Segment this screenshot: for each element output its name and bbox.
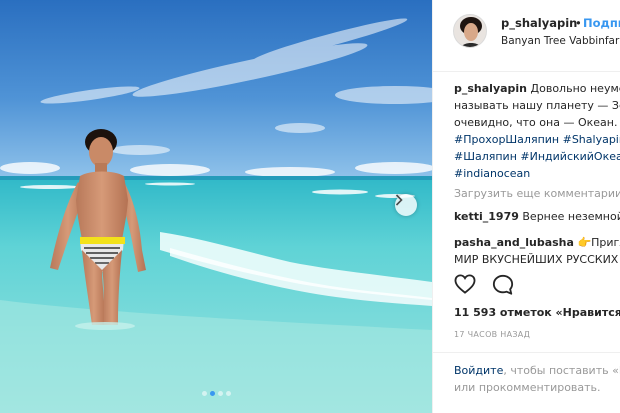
- carousel-dot: [201, 391, 207, 396]
- post-side-panel: p_shalyapin • Подписаться Banyan Tree Va…: [432, 0, 620, 413]
- avatar[interactable]: [453, 14, 487, 48]
- beach-photo-image: [0, 0, 432, 413]
- login-link[interactable]: Войдите: [454, 364, 503, 377]
- post-caption: p_shalyapin Довольно неуместно называть …: [454, 80, 620, 182]
- carousel-indicator: [0, 391, 432, 396]
- like-button[interactable]: [454, 274, 476, 296]
- comment-text-continuation: МИР ВКУСНЕЙШИХ РУССКИХ: [454, 253, 619, 266]
- location-link[interactable]: Banyan Tree Vabbinfaru, Maldives: [501, 35, 620, 47]
- login-prompt-text: Войдите, чтобы поставить «Нрав или проко…: [454, 362, 620, 396]
- load-more-comments-link[interactable]: Загрузить еще комментарии: [454, 187, 620, 200]
- hashtag-line[interactable]: #Шаляпин #ИндийскийОкеан: [454, 148, 620, 165]
- hashtag-line[interactable]: #ПрохорШаляпин #Shalyapin: [454, 131, 620, 148]
- hashtag-line[interactable]: #indianocean: [454, 165, 620, 182]
- comment-text: Вернее неземной: [522, 210, 620, 223]
- post-username[interactable]: p_shalyapin: [501, 16, 577, 30]
- login-prompt: Войдите, чтобы поставить «Нрав или проко…: [433, 352, 620, 394]
- caption-text: Довольно неуместно: [530, 82, 620, 95]
- post-photo[interactable]: [0, 0, 432, 413]
- comment-text: Пригла: [591, 236, 620, 249]
- comment-item: ketti_1979 Вернее неземной: [454, 208, 620, 225]
- post-header: p_shalyapin • Подписаться Banyan Tree Va…: [433, 0, 620, 72]
- login-prompt-part: или прокомментировать.: [454, 381, 601, 394]
- comment-item: pasha_and_lubasha 👉Пригла МИР ВКУСНЕЙШИХ…: [454, 234, 620, 268]
- caption-line: называть нашу планету — Зем: [454, 99, 620, 112]
- heart-outline-icon: [454, 274, 476, 294]
- carousel-dot: [225, 391, 231, 396]
- post-actions: [454, 274, 514, 296]
- follow-button[interactable]: Подписаться: [583, 16, 620, 30]
- login-prompt-part: , чтобы поставить «Нрав: [503, 364, 620, 377]
- carousel-dot-active: [209, 391, 215, 396]
- post-timestamp[interactable]: 17 ЧАСОВ НАЗАД: [454, 330, 530, 339]
- carousel-next-button[interactable]: [395, 194, 417, 216]
- comment-username[interactable]: ketti_1979: [454, 210, 519, 223]
- comment-button[interactable]: [492, 274, 514, 296]
- caption-line: очевидно, что она — Океан. #: [454, 116, 620, 129]
- likes-count[interactable]: 11 593 отметок «Нравится»: [454, 306, 620, 319]
- comment-bubble-icon: [492, 274, 514, 295]
- caption-line: p_shalyapin Довольно неуместно: [454, 80, 620, 97]
- pointing-hand-emoji: 👉: [577, 236, 592, 249]
- comment-username[interactable]: pasha_and_lubasha: [454, 236, 574, 249]
- caption-username[interactable]: p_shalyapin: [454, 82, 527, 95]
- follow-separator: •: [575, 16, 582, 30]
- carousel-dot: [217, 391, 223, 396]
